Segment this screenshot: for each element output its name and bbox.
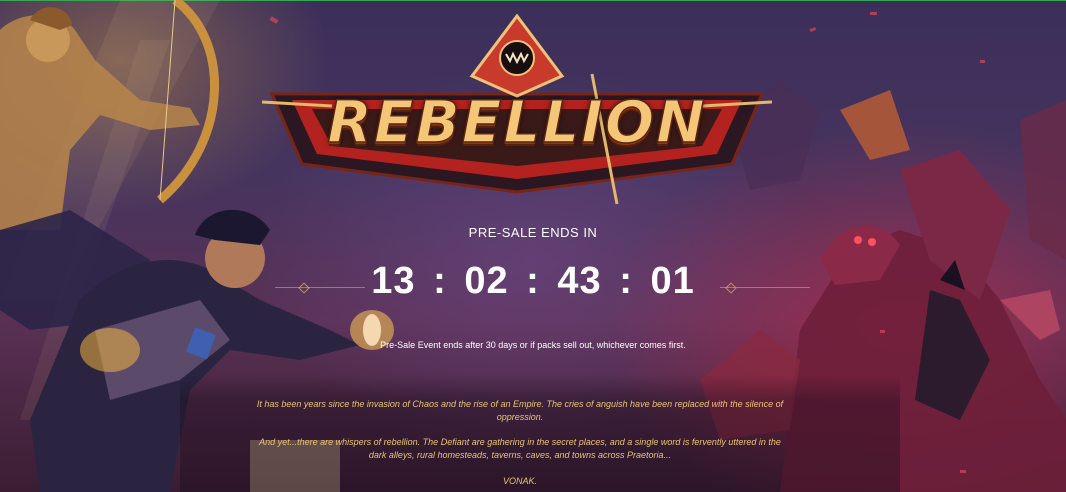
countdown-hours: 02 <box>464 260 509 302</box>
hero-banner: REBELLION PRE-SALE ENDS IN 13 : 02 : 43 … <box>0 0 1066 492</box>
logo-title: REBELLION <box>327 87 707 157</box>
countdown-days: 13 <box>371 260 416 302</box>
story-paragraph-3: VONAK. <box>502 476 537 486</box>
countdown-minutes: 43 <box>557 260 602 302</box>
presale-heading: PRE-SALE ENDS IN <box>468 225 598 240</box>
rebellion-logo: REBELLION <box>262 14 772 206</box>
countdown-timer: 13 : 02 : 43 : 01 <box>0 260 1066 303</box>
story-paragraph-2: And yet...there are whispers of rebellio… <box>259 437 781 460</box>
countdown-separator: : <box>433 260 447 302</box>
presale-note: Pre-Sale Event ends after 30 days or if … <box>380 340 686 350</box>
countdown-separator: : <box>619 260 633 302</box>
story-paragraph-1: It has been years since the invasion of … <box>256 399 784 422</box>
countdown-separator: : <box>526 260 540 302</box>
countdown-seconds: 01 <box>650 260 695 302</box>
fanged-mouth-emblem-icon <box>499 40 535 76</box>
